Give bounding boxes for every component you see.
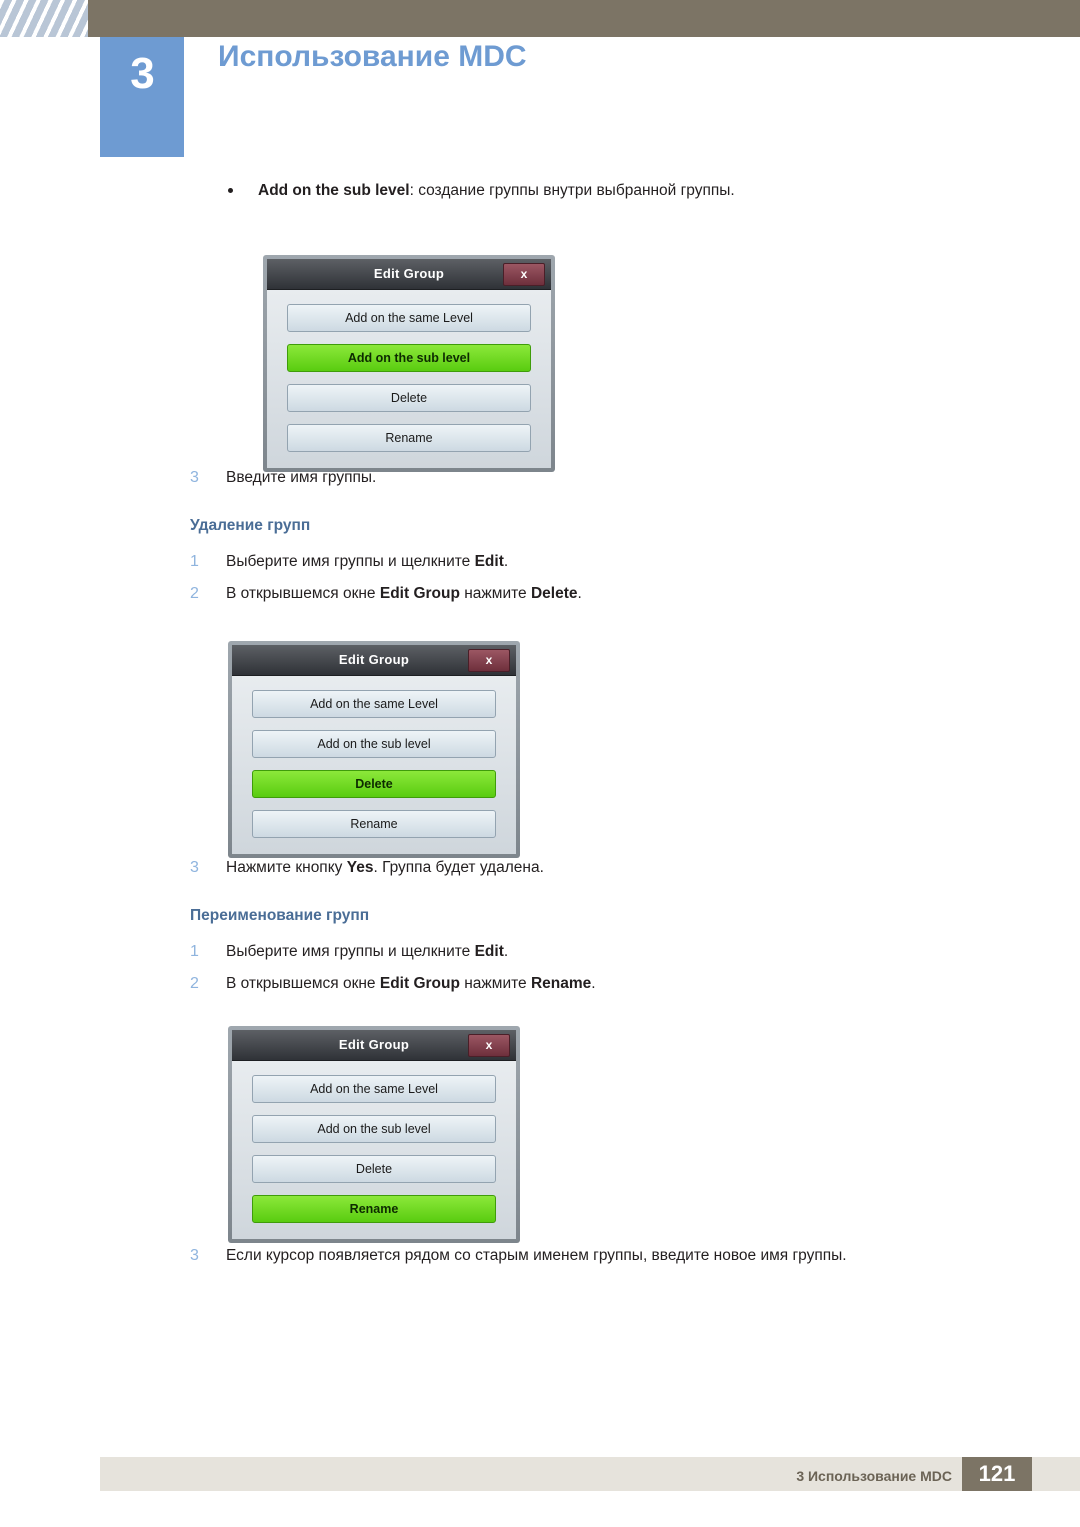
dialog-frame: Edit Group x Add on the same Level Add o… bbox=[228, 641, 520, 858]
bullet-dot-icon bbox=[228, 188, 233, 193]
dialog-frame: Edit Group x Add on the same Level Add o… bbox=[228, 1026, 520, 1243]
step-text-post: . Группа будет удалена. bbox=[373, 859, 544, 876]
page-title: Использование MDC bbox=[218, 40, 527, 73]
step-text-pre: Нажмите кнопку bbox=[226, 859, 347, 876]
step-text-pre: Выберите имя группы и щелкните bbox=[226, 943, 475, 960]
step-text-mid: нажмите bbox=[459, 975, 531, 992]
footer-chapter-label: 3 Использование MDC bbox=[796, 1468, 952, 1484]
rename-button[interactable]: Rename bbox=[287, 424, 531, 452]
rename-button[interactable]: Rename bbox=[252, 1195, 496, 1223]
bullet-bold-term: Add on the sub level bbox=[258, 182, 410, 199]
delete-button[interactable]: Delete bbox=[287, 384, 531, 412]
step-number: 2 bbox=[190, 975, 199, 992]
add-on-sub-level-button[interactable]: Add on the sub level bbox=[252, 1115, 496, 1143]
add-on-same-level-button[interactable]: Add on the same Level bbox=[287, 304, 531, 332]
dialog-titlebar: Edit Group x bbox=[232, 1030, 516, 1061]
step-text-bold: Edit bbox=[474, 943, 504, 960]
bullet-add-on-sub-level: Add on the sub level: создание группы вн… bbox=[222, 180, 1080, 202]
delete-button[interactable]: Delete bbox=[252, 770, 496, 798]
edit-group-dialog-rename: Edit Group x Add on the same Level Add o… bbox=[228, 1026, 520, 1243]
close-icon[interactable]: x bbox=[503, 263, 545, 286]
chapter-number-badge: 3 bbox=[100, 37, 184, 157]
close-icon[interactable]: x bbox=[468, 1034, 510, 1057]
add-on-sub-level-button[interactable]: Add on the sub level bbox=[287, 344, 531, 372]
step-number: 3 bbox=[190, 469, 199, 486]
step-number: 2 bbox=[190, 585, 199, 602]
add-on-sub-level-button[interactable]: Add on the sub level bbox=[252, 730, 496, 758]
section-heading-delete-groups: Удаление групп bbox=[190, 517, 311, 534]
page-header-bar bbox=[0, 0, 1080, 37]
step-number: 3 bbox=[190, 1247, 199, 1264]
step-text-pre: Выберите имя группы и щелкните bbox=[226, 553, 475, 570]
rename-button[interactable]: Rename bbox=[252, 810, 496, 838]
chapter-number: 3 bbox=[130, 49, 154, 98]
bullet-rest-text: : создание группы внутри выбранной групп… bbox=[409, 182, 735, 199]
step-text-bold: Edit Group bbox=[379, 975, 460, 992]
dialog-titlebar: Edit Group x bbox=[232, 645, 516, 676]
edit-group-dialog-add-sub-level: Edit Group x Add on the same Level Add o… bbox=[263, 255, 555, 472]
rename-step-1: 1 Выберите имя группы и щелкните Edit. bbox=[190, 939, 1080, 965]
dialog-body: Add on the same Level Add on the sub lev… bbox=[232, 676, 516, 854]
step-text-post: . bbox=[591, 975, 596, 992]
step-number: 1 bbox=[190, 943, 199, 960]
section-heading-rename-groups: Переименование групп bbox=[190, 907, 370, 924]
dialog-frame: Edit Group x Add on the same Level Add o… bbox=[263, 255, 555, 472]
step-text-bold-2: Delete bbox=[530, 585, 578, 602]
dialog-body: Add on the same Level Add on the sub lev… bbox=[232, 1061, 516, 1239]
step-text-bold: Edit Group bbox=[379, 585, 460, 602]
page-number: 121 bbox=[962, 1457, 1032, 1491]
step-number: 1 bbox=[190, 553, 199, 570]
step-text-post: . bbox=[577, 585, 582, 602]
dialog-titlebar: Edit Group x bbox=[267, 259, 551, 290]
delete-button[interactable]: Delete bbox=[252, 1155, 496, 1183]
step-text-bold: Edit bbox=[474, 553, 504, 570]
step-text-pre: Если курсор появляется рядом со старым и… bbox=[226, 1247, 847, 1264]
delete-step-2: 2 В открывшемся окне Edit Group нажмите D… bbox=[190, 581, 1080, 607]
close-icon[interactable]: x bbox=[468, 649, 510, 672]
step-text-post: . bbox=[503, 943, 509, 960]
delete-step-1: 1 Выберите имя группы и щелкните Edit. bbox=[190, 549, 1080, 575]
add-on-same-level-button[interactable]: Add on the same Level bbox=[252, 690, 496, 718]
step-text-post: . bbox=[503, 553, 509, 570]
dialog-body: Add on the same Level Add on the sub lev… bbox=[267, 290, 551, 468]
rename-step-2: 2 В открывшемся окне Edit Group нажмите R… bbox=[190, 971, 1080, 997]
step-number: 3 bbox=[190, 859, 199, 876]
step-text-mid: нажмите bbox=[459, 585, 531, 602]
step-text-bold-2: Rename bbox=[530, 975, 592, 992]
step-text-pre: В открывшемся окне bbox=[226, 975, 380, 992]
header-hatch-decoration bbox=[0, 0, 88, 37]
edit-group-dialog-delete: Edit Group x Add on the same Level Add o… bbox=[228, 641, 520, 858]
add-on-same-level-button[interactable]: Add on the same Level bbox=[252, 1075, 496, 1103]
step-text-bold: Yes bbox=[346, 859, 374, 876]
rename-step-3: 3 Если курсор появляется рядом со старым … bbox=[190, 1243, 1080, 1269]
delete-step-3: 3 Нажмите кнопку Yes. Группа будет удален… bbox=[190, 855, 1080, 881]
step-text-pre: В открывшемся окне bbox=[226, 585, 380, 602]
